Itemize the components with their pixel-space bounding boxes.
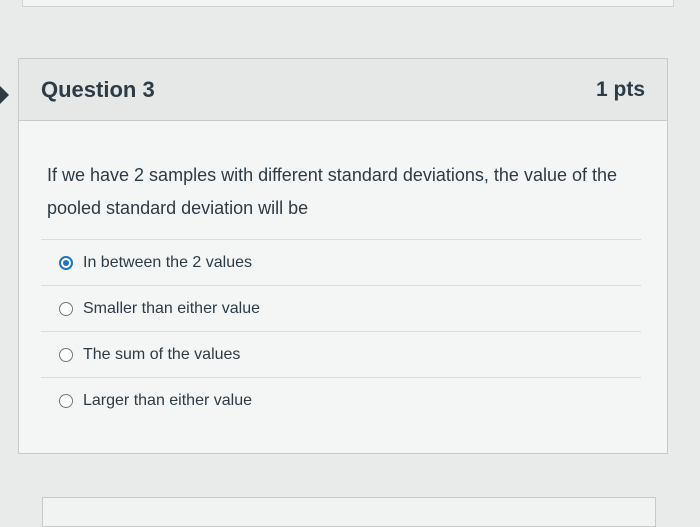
question-text: If we have 2 samples with different stan… <box>47 165 618 218</box>
question-card: Question 3 1 pts If we have 2 samples wi… <box>18 58 668 454</box>
answer-option-4[interactable]: Larger than either value <box>41 377 641 423</box>
question-body: If we have 2 samples with different stan… <box>19 121 667 453</box>
answer-option-1[interactable]: In between the 2 values <box>41 239 641 285</box>
radio-unselected-icon[interactable] <box>59 301 73 316</box>
radio-unselected-icon[interactable] <box>59 393 73 408</box>
question-header: Question 3 1 pts <box>19 59 667 121</box>
answer-label[interactable]: The sum of the values <box>83 346 240 364</box>
question-points: 1 pts <box>595 77 645 101</box>
answer-option-2[interactable]: Smaller than either value <box>41 285 641 331</box>
radio-unselected-icon[interactable] <box>59 347 73 362</box>
answer-label[interactable]: Larger than either value <box>83 392 252 410</box>
radio-selected-icon[interactable] <box>59 255 73 270</box>
answer-option-3[interactable]: The sum of the values <box>41 331 641 377</box>
answer-list: In between the 2 values Smaller than eit… <box>41 239 641 423</box>
current-question-marker-icon <box>0 86 9 104</box>
next-question-card-edge <box>42 497 656 527</box>
answer-label[interactable]: Smaller than either value <box>83 300 260 318</box>
previous-question-card-edge <box>22 0 674 7</box>
answer-label[interactable]: In between the 2 values <box>83 254 252 272</box>
question-title: Question 3 <box>41 76 155 102</box>
